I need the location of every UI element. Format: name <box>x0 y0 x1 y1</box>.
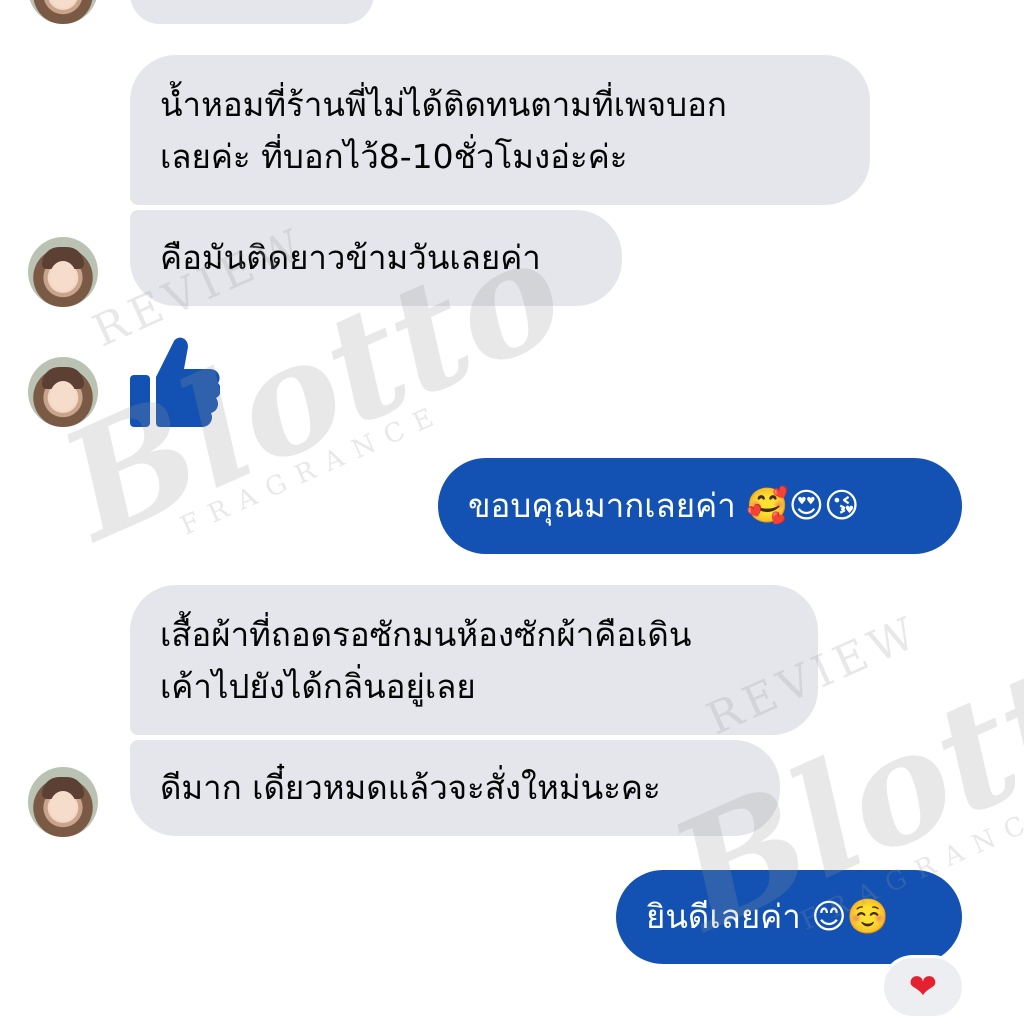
message-bubble[interactable]: คือมันติดยาวข้ามวันเลยค่า <box>130 210 622 306</box>
message-bubble[interactable]: ดีมาก เดี๋ยวหมดแล้วจะสั่งใหม่นะคะ <box>130 740 780 836</box>
message-text: ดีมาก เดี๋ยวหมดแล้วจะสั่งใหม่นะคะ <box>160 768 661 807</box>
thumbs-up-icon[interactable] <box>130 335 220 430</box>
avatar[interactable] <box>28 767 98 837</box>
message-text: ยินดีเลยค่า <box>646 897 801 936</box>
message-text: เค้าไปยังได้กลิ่นอยู่เลย <box>160 667 476 706</box>
message-bubble-outgoing[interactable]: ขอบคุณมากเลยค่า 🥰😍😘 <box>438 458 962 554</box>
message-bubble-outgoing[interactable]: ยินดีเลยค่า 😊☺️ <box>616 870 962 964</box>
message-text: ขอบคุณมากเลยค่า <box>468 486 736 525</box>
message-text: เลยค่ะ ที่บอกไว้8-10ชั่วโมงอ่ะค่ะ <box>160 137 628 176</box>
message-bubble[interactable]: เสื้อผ้าที่ถอดรอซักมนห้องซักผ้าคือเดิน เ… <box>130 585 818 735</box>
message-text: คือมันติดยาวข้ามวันเลยค่า <box>160 238 541 277</box>
avatar[interactable] <box>28 237 98 307</box>
emoji-group: 😊☺️ <box>811 897 890 937</box>
message-bubble[interactable]: น้ำหอมที่ร้านพี่ไม่ได้ติดทนตามที่เพจบอก … <box>130 55 870 205</box>
message-text: เสื้อผ้าที่ถอดรอซักมนห้องซักผ้าคือเดิน <box>160 615 692 654</box>
message-text: น้ำหอมที่ร้านพี่ไม่ได้ติดทนตามที่เพจบอก <box>160 85 727 124</box>
avatar[interactable] <box>28 357 98 427</box>
message-bubble-cutoff[interactable] <box>130 0 374 24</box>
reaction-badge[interactable]: ❤ <box>884 958 962 1016</box>
emoji-group: 🥰😍😘 <box>746 486 860 526</box>
heart-icon: ❤ <box>908 967 938 1007</box>
avatar[interactable] <box>28 0 98 24</box>
